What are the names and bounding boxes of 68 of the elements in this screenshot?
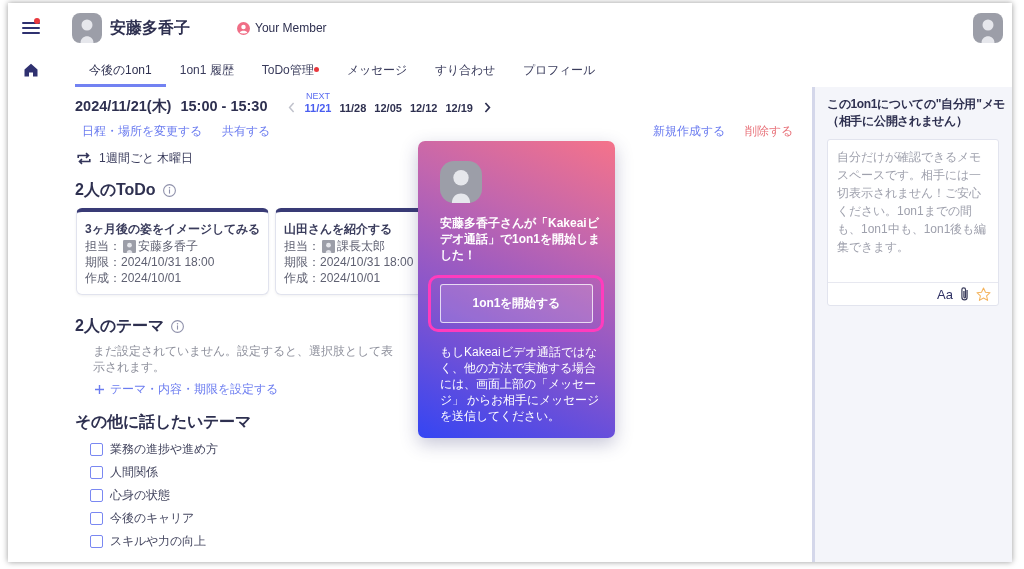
checkbox-label: 人間関係 xyxy=(110,464,158,481)
avatar-icon[interactable] xyxy=(973,13,1003,43)
memo-field[interactable]: 自分だけが確認できるメモスペースです。相手には一切表示されません！ご安心ください。1on1までの間も、1on1中も、1on1後も編集できます。 xyxy=(828,140,998,282)
star-icon[interactable] xyxy=(976,286,991,302)
created-date: 作成：2024/10/01 xyxy=(85,270,182,286)
created-date: 作成：2024/10/01 xyxy=(284,270,381,286)
person-icon xyxy=(237,21,250,35)
avatar-icon xyxy=(322,239,335,253)
memo-subtitle: （相手に公開されません） xyxy=(827,113,968,130)
popup-note: もしKakeaiビデオ通話ではなく、他の方法で実施する場合には、画面上部の「メッセージ」 からお相手にメッセージを送信してください。 xyxy=(440,344,601,424)
date-tab[interactable]: 12/12 xyxy=(405,101,442,115)
assignee-name: 安藤多香子 xyxy=(138,238,198,254)
todo-title: 山田さんを紹介する xyxy=(284,221,392,238)
checkbox-label: 業務の進捗や進め方 xyxy=(110,441,218,458)
checkbox[interactable] xyxy=(90,489,103,502)
checkbox[interactable] xyxy=(90,512,103,525)
due-date: 期限：2024/10/31 18:00 xyxy=(284,254,414,270)
assignee-label: 担当： xyxy=(284,238,320,254)
date-tab[interactable]: 11/21 xyxy=(300,101,336,115)
section-title: 2人のToDo xyxy=(75,180,156,200)
meeting-time: 15:00 - 15:30 xyxy=(180,97,268,115)
meeting-date: 2024/11/21(木) xyxy=(75,97,172,115)
tab[interactable]: 今後の1on1 xyxy=(75,53,166,87)
paperclip-icon[interactable] xyxy=(961,287,968,301)
assignee-name: 課長太郎 xyxy=(337,238,385,254)
home-icon[interactable] xyxy=(24,63,38,77)
empty-message: まだ設定されていません。設定すると、選択肢として表示されます。 xyxy=(93,343,394,375)
checkbox[interactable] xyxy=(90,443,103,456)
date-tab[interactable]: 11/28 xyxy=(335,101,371,115)
tab[interactable]: プロフィール xyxy=(508,53,609,87)
tab[interactable]: 1on1 履歴 xyxy=(165,53,248,87)
tab[interactable]: ToDo管理 xyxy=(247,53,333,87)
plus-icon xyxy=(95,384,104,394)
tab[interactable]: メッセージ xyxy=(332,53,421,87)
start-1on1-button[interactable]: 1on1を開始する xyxy=(440,284,593,323)
checkbox-label: 心身の状態 xyxy=(110,487,170,504)
member-role-label: Your Member xyxy=(255,21,327,35)
todo-title: 3ヶ月後の姿をイメージしてみる xyxy=(85,221,260,238)
due-date: 期限：2024/10/31 18:00 xyxy=(85,254,215,270)
checkbox[interactable] xyxy=(90,466,103,479)
avatar-icon xyxy=(123,239,136,253)
section-title: その他に話したいテーマ xyxy=(75,412,251,432)
menu-icon[interactable] xyxy=(22,22,40,34)
memo-title: この1on1についての"自分用"メモ xyxy=(827,96,1005,113)
memo-editor[interactable]: 自分だけが確認できるメモスペースです。相手には一切表示されません！ご安心ください。1on1までの間も、1on1中も、1on1後も編集できます。 Aa xyxy=(827,139,999,306)
date-tab[interactable]: 12/05 xyxy=(370,101,406,115)
checkbox-label: 今後のキャリア xyxy=(110,510,194,527)
add-theme-link[interactable]: テーマ・内容・期限を設定する xyxy=(95,381,278,397)
assignee-label: 担当： xyxy=(85,238,121,254)
create-link[interactable]: 新規作成する xyxy=(653,123,725,139)
tab[interactable]: すり合わせ xyxy=(420,53,509,87)
action-link[interactable]: 日程・場所を変更する xyxy=(82,123,202,139)
info-icon xyxy=(170,319,184,333)
text-format-button[interactable]: Aa xyxy=(937,286,953,302)
todo-card[interactable]: 3ヶ月後の姿をイメージしてみる 担当： 安藤多香子 期限：2024/10/31 18:00 作成：2024/10/01 xyxy=(76,208,269,295)
recurrence-text: 1週間ごと 木曜日 xyxy=(99,149,193,167)
date-tab[interactable]: 12/19 xyxy=(441,101,477,115)
info-icon xyxy=(162,183,176,197)
repeat-icon xyxy=(77,151,91,165)
avatar-icon xyxy=(440,161,482,203)
checkbox-label: スキルや力の向上 xyxy=(110,533,206,550)
action-link[interactable]: 共有する xyxy=(222,123,270,139)
next-label: NEXT xyxy=(305,91,330,101)
chevron-right-icon[interactable] xyxy=(483,102,491,113)
member-name: 安藤多香子 xyxy=(110,17,190,38)
section-title: 2人のテーマ xyxy=(75,316,164,336)
checkbox[interactable] xyxy=(90,535,103,548)
avatar-icon xyxy=(72,13,102,43)
